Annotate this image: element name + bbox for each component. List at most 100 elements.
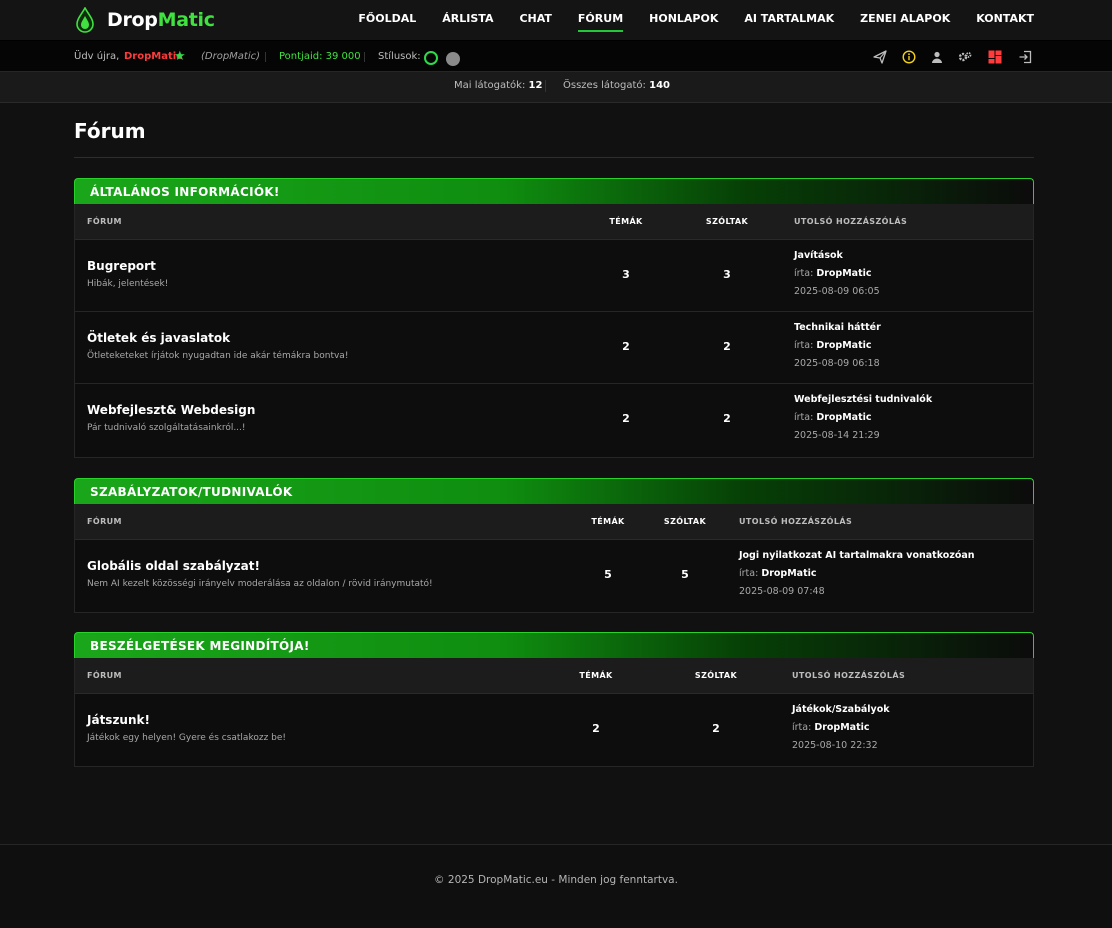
logo[interactable]: DropMatic: [74, 7, 215, 33]
points: Pontjaid: 39 000: [279, 51, 361, 62]
col-forum: FÓRUM: [87, 517, 122, 526]
nav-contact[interactable]: KONTAKT: [963, 0, 1034, 41]
col-posts: SZÓLTAK: [663, 517, 707, 526]
nav-pricelist[interactable]: ÁRLISTA: [429, 0, 506, 41]
col-topics: TÉMÁK: [609, 217, 643, 226]
forum-description: Ötleteketeket írjátok nyugadtan ide akár…: [87, 351, 349, 361]
visitors-bar: Mai látogatók: 12 Összes látogató: 140: [0, 72, 1112, 103]
topic-count: 2: [592, 722, 600, 735]
last-post-title[interactable]: Javítások: [794, 250, 843, 261]
col-forum: FÓRUM: [87, 671, 122, 680]
last-post-title[interactable]: Technikai háttér: [794, 322, 881, 333]
user-alias: (DropMatic): [201, 51, 261, 62]
footer: © 2025 DropMatic.eu - Minden jog fenntar…: [0, 844, 1112, 928]
drop-logo-icon: [76, 7, 94, 33]
forum-row: Globális oldal szabályzat! Nem AI kezelt…: [75, 540, 1033, 612]
copyright: © 2025 DropMatic.eu - Minden jog fenntar…: [434, 874, 678, 886]
section-header[interactable]: BESZÉLGETÉSEK MEGINDÍTÓJA!: [74, 632, 1034, 658]
style-grey-toggle[interactable]: [446, 52, 460, 66]
forum-description: Nem AI kezelt közösségi irányelv moderál…: [87, 579, 433, 589]
last-post-date: 2025-08-14 21:29: [794, 430, 880, 441]
author-link[interactable]: DropMatic: [816, 340, 871, 351]
today-visitors: Mai látogatók: 12: [454, 80, 543, 91]
nav-chat[interactable]: CHAT: [506, 0, 564, 41]
last-post-date: 2025-08-09 06:18: [794, 358, 880, 369]
col-topics: TÉMÁK: [579, 671, 613, 680]
last-post-date: 2025-08-10 22:32: [792, 740, 878, 751]
nav-websites[interactable]: HONLAPOK: [636, 0, 731, 41]
post-count: 2: [723, 412, 731, 425]
topic-count: 2: [622, 412, 630, 425]
last-post-author: írta: DropMatic: [794, 268, 872, 279]
last-post-author: írta: DropMatic: [794, 412, 872, 423]
post-count: 2: [712, 722, 720, 735]
nav-ai-content[interactable]: AI TARTALMAK: [731, 0, 847, 41]
forum-row: Bugreport Hibák, jelentések! 3 3 Javítás…: [75, 240, 1033, 312]
last-post-author: írta: DropMatic: [792, 722, 870, 733]
last-post-author: írta: DropMatic: [794, 340, 872, 351]
user-icon[interactable]: [930, 50, 944, 64]
author-link[interactable]: DropMatic: [814, 722, 869, 733]
user-bar: Üdv újra, DropMatic ★ (DropMatic) Pontja…: [0, 41, 1112, 72]
forum-link[interactable]: Ötletek és javaslatok: [87, 331, 230, 345]
author-link[interactable]: DropMatic: [816, 412, 871, 423]
last-post-title[interactable]: Webfejlesztési tudnivalók: [794, 394, 932, 405]
column-header: FÓRUM TÉMÁK SZÓLTAK UTOLSÓ HOZZÁSZÓLÁS: [75, 658, 1033, 694]
last-post-date: 2025-08-09 07:48: [739, 586, 825, 597]
last-post-author: írta: DropMatic: [739, 568, 817, 579]
divider: [364, 52, 365, 62]
column-header: FÓRUM TÉMÁK SZÓLTAK UTOLSÓ HOZZÁSZÓLÁS: [75, 504, 1033, 540]
post-count: 2: [723, 340, 731, 353]
forum-description: Pár tudnivaló szolgáltatásainkról...!: [87, 423, 246, 433]
dashboard-icon[interactable]: [988, 50, 1002, 64]
forum-description: Hibák, jelentések!: [87, 279, 169, 289]
forum-link[interactable]: Globális oldal szabályzat!: [87, 559, 260, 573]
col-posts: SZÓLTAK: [705, 217, 749, 226]
forum-row: Ötletek és javaslatok Ötleteketeket írjá…: [75, 312, 1033, 384]
nav-music[interactable]: ZENEI ALAPOK: [847, 0, 963, 41]
topic-count: 2: [622, 340, 630, 353]
post-count: 5: [681, 568, 689, 581]
topic-count: 3: [622, 268, 630, 281]
forum-row: Webfejleszt& Webdesign Pár tudnivaló szo…: [75, 384, 1033, 456]
send-icon[interactable]: [873, 50, 887, 64]
col-last-post: UTOLSÓ HOZZÁSZÓLÁS: [794, 217, 908, 226]
topic-count: 5: [604, 568, 612, 581]
column-header: FÓRUM TÉMÁK SZÓLTAK UTOLSÓ HOZZÁSZÓLÁS: [75, 204, 1033, 240]
forum-section-rules: SZABÁLYZATOK/TUDNIVALÓK FÓRUM TÉMÁK SZÓL…: [74, 478, 1034, 613]
last-post-title[interactable]: Játékok/Szabályok: [792, 704, 890, 715]
info-icon[interactable]: [902, 50, 916, 64]
main-menu: FŐOLDAL ÁRLISTA CHAT FÓRUM HONLAPOK AI T…: [345, 0, 1034, 41]
total-visitors: Összes látogató: 140: [563, 80, 670, 91]
col-posts: SZÓLTAK: [694, 671, 738, 680]
divider: [74, 157, 1034, 158]
col-last-post: UTOLSÓ HOZZÁSZÓLÁS: [739, 517, 853, 526]
forum-link[interactable]: Webfejleszt& Webdesign: [87, 403, 255, 417]
forum-link[interactable]: Játszunk!: [87, 713, 150, 727]
nav-home[interactable]: FŐOLDAL: [345, 0, 429, 41]
welcome-text: Üdv újra,: [74, 51, 120, 62]
forum-section-discussions: BESZÉLGETÉSEK MEGINDÍTÓJA! FÓRUM TÉMÁK S…: [74, 632, 1034, 767]
top-navigation: DropMatic FŐOLDAL ÁRLISTA CHAT FÓRUM HON…: [0, 0, 1112, 41]
col-forum: FÓRUM: [87, 217, 122, 226]
style-green-toggle[interactable]: [424, 51, 438, 65]
forum-description: Játékok egy helyen! Gyere és csatlakozz …: [87, 733, 287, 743]
forum-row: Játszunk! Játékok egy helyen! Gyere és c…: [75, 694, 1033, 766]
logout-icon[interactable]: [1018, 50, 1032, 64]
section-header[interactable]: SZABÁLYZATOK/TUDNIVALÓK: [74, 478, 1034, 504]
section-header[interactable]: ÁLTALÁNOS INFORMÁCIÓK!: [74, 178, 1034, 204]
page-title: Fórum: [74, 119, 146, 143]
divider: [545, 80, 546, 92]
last-post-title[interactable]: Jogi nyilatkozat AI tartalmakra vonatkoz…: [739, 550, 975, 561]
settings-icon[interactable]: [958, 50, 972, 64]
author-link[interactable]: DropMatic: [816, 268, 871, 279]
nav-forum[interactable]: FÓRUM: [565, 0, 636, 41]
author-link[interactable]: DropMatic: [761, 568, 816, 579]
logo-text: DropMatic: [107, 9, 215, 31]
post-count: 3: [723, 268, 731, 281]
forum-link[interactable]: Bugreport: [87, 259, 156, 273]
col-last-post: UTOLSÓ HOZZÁSZÓLÁS: [792, 671, 906, 680]
forum-section-general: ÁLTALÁNOS INFORMÁCIÓK! FÓRUM TÉMÁK SZÓLT…: [74, 178, 1034, 458]
divider: [265, 52, 266, 62]
styles-label: Stílusok:: [378, 51, 421, 62]
